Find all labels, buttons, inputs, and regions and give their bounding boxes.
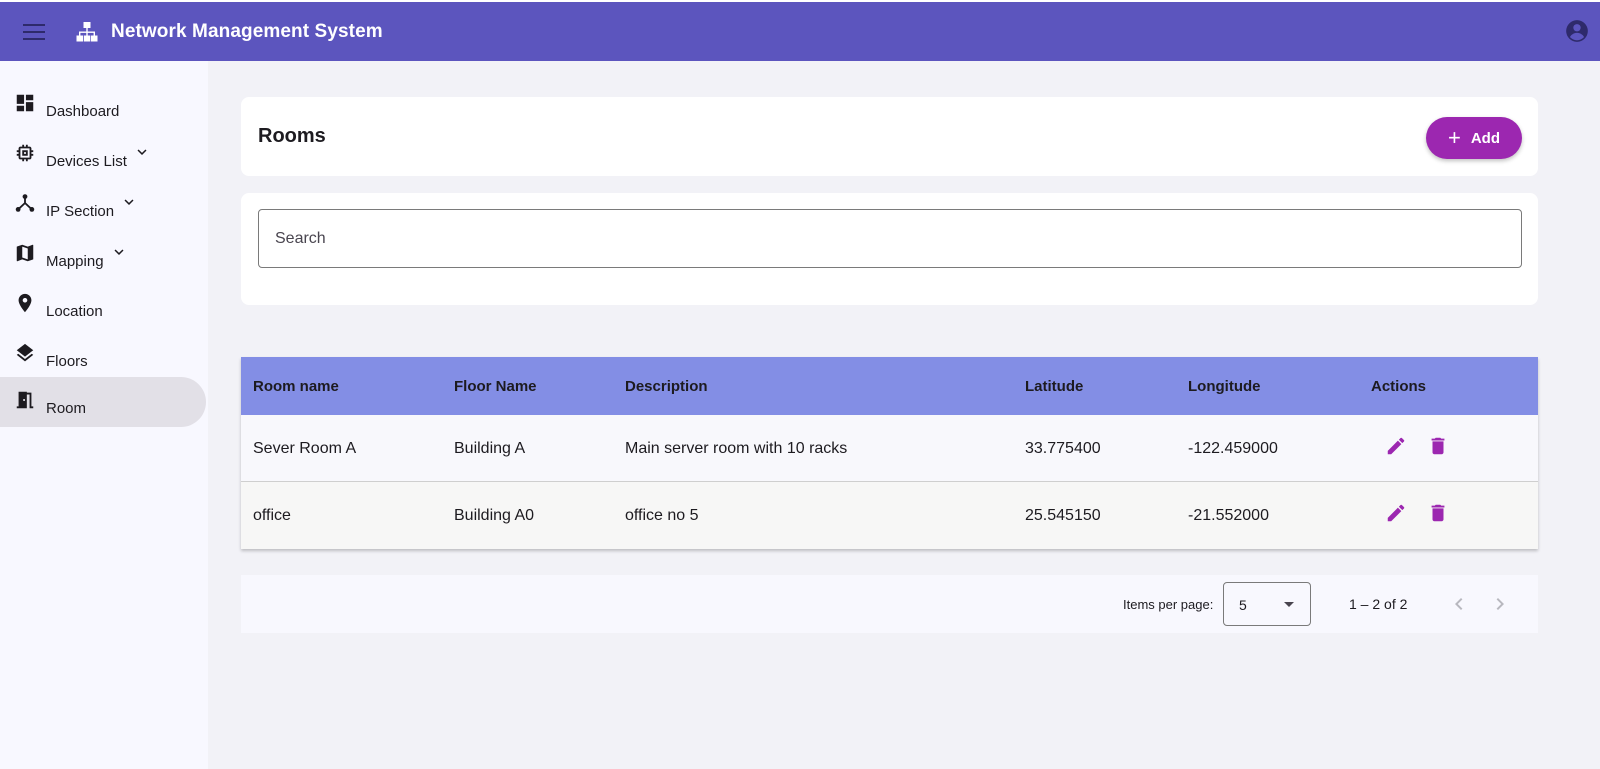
cell-floor-name: Building A0 <box>454 507 535 524</box>
chevron-down-icon <box>114 249 124 255</box>
table-header: Room name Floor Name Description Latitud… <box>241 357 1538 415</box>
chevron-down-icon <box>137 149 147 155</box>
top-app-bar: Network Management System <box>0 2 1600 61</box>
sidebar: Dashboard Devices List IP Section Mappin… <box>0 61 208 769</box>
search-input[interactable] <box>258 209 1522 268</box>
cell-longitude: -21.552000 <box>1188 507 1269 524</box>
edit-icon[interactable] <box>1385 502 1407 524</box>
sidebar-item-label: Devices List <box>46 153 127 170</box>
sidebar-item-devices-list[interactable]: Devices List <box>0 131 206 181</box>
sidebar-item-floors[interactable]: Floors <box>0 331 206 381</box>
column-header-latitude[interactable]: Latitude <box>1025 378 1083 395</box>
search-card <box>241 193 1538 305</box>
account-button[interactable] <box>1564 18 1590 44</box>
chevron-down-icon <box>124 199 134 205</box>
page-range-label: 1 – 2 of 2 <box>1349 596 1408 612</box>
add-room-button[interactable]: + Add <box>1426 117 1522 159</box>
rooms-table: Room name Floor Name Description Latitud… <box>241 357 1538 549</box>
sidebar-item-label: Floors <box>46 353 88 370</box>
cell-longitude: -122.459000 <box>1188 440 1278 457</box>
column-header-floor-name[interactable]: Floor Name <box>454 378 537 395</box>
items-per-page-value: 5 <box>1239 597 1247 613</box>
paginator: Items per page: 5 1 – 2 of 2 <box>241 575 1538 633</box>
hub-icon <box>15 194 35 212</box>
chip-icon <box>16 144 34 162</box>
table-row: Sever Room A Building A Main server room… <box>241 415 1538 482</box>
sitemap-icon <box>76 20 100 44</box>
cell-room-name: Sever Room A <box>253 440 357 457</box>
sidebar-item-room[interactable]: Room <box>0 377 206 427</box>
sidebar-item-location[interactable]: Location <box>0 281 206 331</box>
plus-icon: + <box>1447 125 1461 150</box>
sidebar-item-label: Room <box>46 400 87 417</box>
dashboard-icon <box>16 94 34 112</box>
delete-icon[interactable] <box>1427 502 1449 524</box>
sidebar-item-ip-section[interactable]: IP Section <box>0 181 206 231</box>
items-per-page-select[interactable]: 5 <box>1223 582 1311 626</box>
app-title: Network Management System <box>111 20 383 42</box>
location-pin-icon <box>18 293 32 313</box>
cell-latitude: 25.545150 <box>1025 507 1101 524</box>
cell-description: Main server room with 10 racks <box>625 440 848 457</box>
delete-icon[interactable] <box>1427 435 1449 457</box>
column-header-description[interactable]: Description <box>625 378 708 395</box>
page-title: Rooms <box>258 125 326 147</box>
cell-description: office no 5 <box>625 507 699 524</box>
column-header-room-name[interactable]: Room name <box>253 378 339 395</box>
sidebar-item-label: Dashboard <box>46 103 120 120</box>
cell-latitude: 33.775400 <box>1025 440 1101 457</box>
title-card: Rooms + Add <box>241 97 1538 176</box>
door-icon <box>16 391 34 409</box>
menu-icon <box>23 23 45 40</box>
menu-button[interactable] <box>14 12 54 52</box>
sidebar-item-label: Mapping <box>46 253 104 270</box>
account-circle-icon <box>1566 20 1588 42</box>
add-button-label: Add <box>1470 129 1501 147</box>
map-icon <box>16 244 34 262</box>
sidebar-item-label: Location <box>46 303 103 320</box>
edit-icon[interactable] <box>1385 435 1407 457</box>
cell-room-name: office <box>253 507 291 524</box>
column-header-longitude[interactable]: Longitude <box>1188 378 1260 395</box>
items-per-page-label: Items per page: <box>1123 597 1214 612</box>
sidebar-item-dashboard[interactable]: Dashboard <box>0 81 206 131</box>
dropdown-arrow-icon <box>1284 602 1294 607</box>
sidebar-item-label: IP Section <box>46 203 115 220</box>
next-page-icon[interactable] <box>1488 592 1512 616</box>
column-header-actions: Actions <box>1371 378 1427 395</box>
table-row: office Building A0 office no 5 25.545150… <box>241 482 1538 549</box>
cell-floor-name: Building A <box>454 440 526 457</box>
sidebar-item-mapping[interactable]: Mapping <box>0 231 206 281</box>
layers-icon <box>16 343 34 362</box>
previous-page-icon[interactable] <box>1447 592 1471 616</box>
main-content: Rooms + Add Room name Floor Name Descrip… <box>208 61 1600 769</box>
